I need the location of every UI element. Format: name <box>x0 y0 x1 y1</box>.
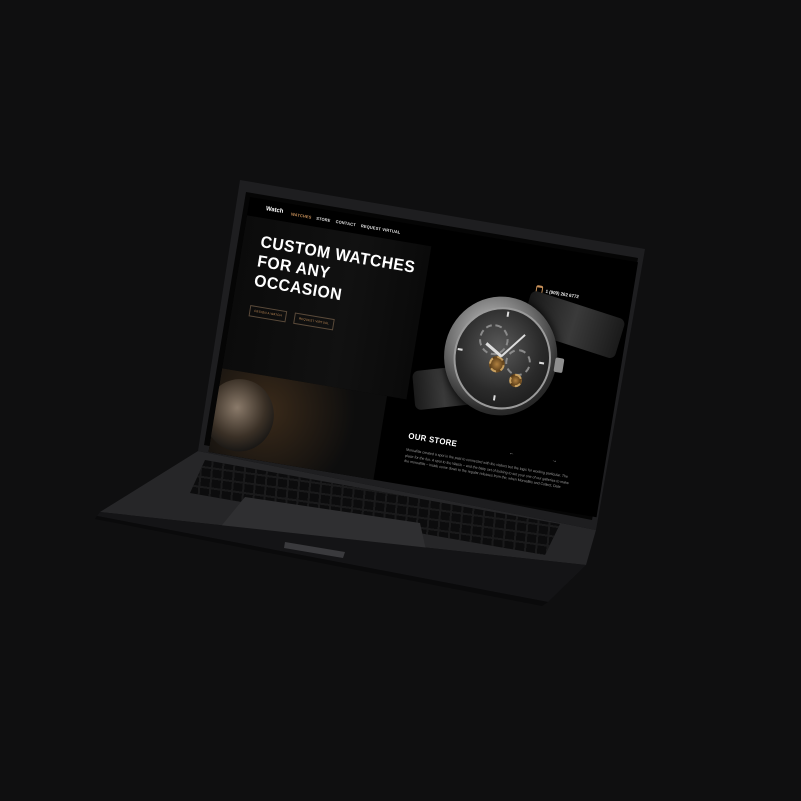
nav-item-watches[interactable]: WATCHES <box>291 211 312 220</box>
nav-item-contact[interactable]: CONTACT <box>335 219 356 227</box>
site-logo[interactable]: Watch <box>265 206 283 215</box>
laptop-mockup-scene: Watch WATCHES STORE CONTACT REQUEST VIRT… <box>0 0 801 801</box>
watch-crown <box>553 357 565 374</box>
store-description: Moroafitis created a spot in the past to… <box>404 447 570 490</box>
nav-item-request-virtual[interactable]: REQUEST VIRTUAL <box>361 223 401 235</box>
store-section-title: OUR STORE <box>407 431 458 449</box>
arrow-left-icon[interactable]: ← <box>509 450 515 457</box>
hero-watch-image <box>409 272 631 448</box>
nav-item-store[interactable]: STORE <box>316 216 331 223</box>
arrow-right-icon[interactable]: → <box>551 457 557 464</box>
